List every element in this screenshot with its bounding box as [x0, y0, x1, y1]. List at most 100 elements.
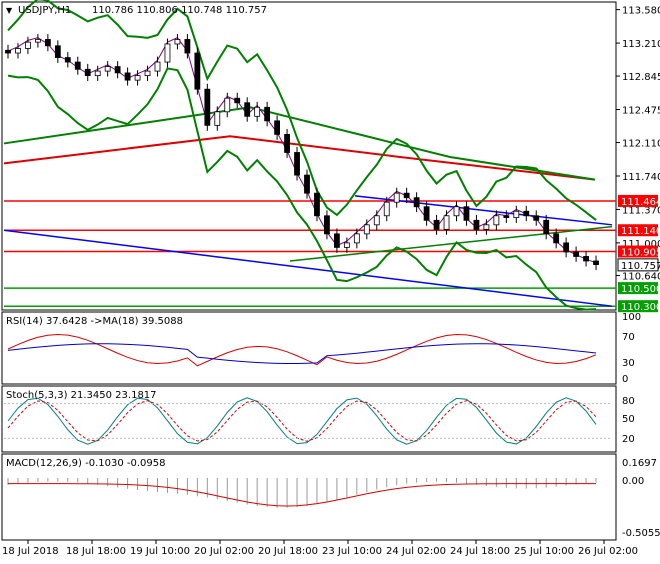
candle-body: [304, 174, 310, 194]
candle-body: [443, 215, 450, 230]
candle-body: [114, 66, 121, 74]
candle-body: [363, 224, 370, 235]
chart-window[interactable]: 113.580 113.210 112.845 112.475 112.110 111.7…: [0, 0, 660, 560]
price-tick-label: 111.740: [622, 172, 660, 183]
candle-body: [583, 256, 589, 262]
candle-body: [503, 215, 510, 218]
candle-body: [144, 70, 151, 77]
candle-body: [523, 210, 530, 217]
candle-body: [473, 219, 480, 230]
candle-body: [104, 66, 111, 72]
level-label: 110.905: [621, 247, 660, 258]
candle-body: [463, 206, 470, 221]
candle-body: [433, 219, 440, 230]
candle-body: [264, 106, 271, 122]
time-tick-label: 19 Jul 10:00: [130, 546, 190, 557]
dropdown-arrow-icon[interactable]: ▼: [6, 6, 13, 15]
candle-body: [164, 43, 171, 63]
time-tick-label: 18 Jul 18:00: [66, 546, 126, 557]
candle-body: [35, 39, 41, 43]
time-tick-label: 23 Jul 10:00: [322, 546, 382, 557]
candle-body: [493, 215, 500, 226]
candle-body: [254, 106, 261, 117]
candle-body: [25, 41, 31, 49]
candle-body: [224, 97, 231, 113]
candle-body: [134, 75, 141, 81]
rsi-tick-label: 100: [622, 312, 641, 323]
rsi-tick-label: 30: [622, 358, 635, 369]
time-tick-label: 24 Jul 02:00: [386, 546, 446, 557]
candle-body: [94, 70, 101, 77]
candle-body: [453, 206, 460, 217]
candle-body: [483, 224, 490, 230]
price-tick-label: 112.845: [622, 72, 660, 83]
candle-body: [194, 52, 201, 90]
macd-tick-label: 0.1697: [622, 458, 657, 469]
ohlc-values: 110.786 110.806 110.748 110.757: [92, 5, 267, 16]
rsi-tick-label: 70: [622, 332, 635, 343]
candle-body: [423, 206, 430, 221]
chart-canvas[interactable]: 113.580 113.210 112.845 112.475 112.110 111.7…: [0, 0, 660, 560]
macd-tick-label: -0.5055: [622, 528, 660, 539]
candle-body: [214, 111, 221, 126]
candle-body: [533, 215, 540, 221]
time-tick-label: 20 Jul 02:00: [194, 546, 254, 557]
time-tick-label: 24 Jul 18:00: [450, 546, 510, 557]
rsi-title: RSI(14) 37.6428 ->MA(18) 39.5088: [6, 316, 183, 327]
candle-body: [124, 72, 131, 81]
candle-body: [64, 57, 71, 63]
candle-body: [333, 233, 340, 248]
stoch-title: Stoch(5,3,3) 21.3450 23.1817: [6, 390, 157, 401]
candle-body: [513, 210, 520, 218]
candle-body: [543, 219, 550, 235]
candle-body: [563, 242, 570, 253]
macd-title: MACD(12,26,9) -0.1030 -0.0958: [6, 458, 166, 469]
candle-body: [413, 197, 420, 208]
candle-body: [314, 192, 320, 217]
candle-body: [244, 102, 251, 117]
candle-body: [383, 201, 390, 217]
candle-body: [324, 215, 330, 235]
macd-tick-label: 0.00: [622, 476, 644, 487]
candle-body: [284, 133, 290, 153]
candle-body: [84, 68, 91, 77]
candle-body: [74, 61, 81, 70]
time-tick-label: 20 Jul 18:00: [258, 546, 318, 557]
candle-body: [403, 192, 410, 199]
stoch-tick-label: 50: [622, 414, 635, 425]
candle-body: [573, 251, 579, 257]
candle-body: [593, 260, 599, 265]
stoch-tick-label: 80: [622, 396, 635, 407]
candle-body: [234, 97, 241, 104]
candle-body: [5, 49, 11, 54]
price-tick-label: 113.580: [622, 6, 660, 17]
level-label: 111.464: [621, 197, 660, 208]
level-label: 111.140: [621, 226, 660, 237]
price-tick-label: 110.640: [622, 271, 660, 282]
candle-body: [154, 61, 161, 72]
candle-body: [184, 39, 191, 54]
symbol-label: USDJPY,H1: [18, 5, 71, 16]
candle-body: [294, 152, 300, 176]
level-label: 110.500: [621, 284, 660, 295]
current-price-label: 110.757: [621, 261, 660, 272]
time-tick-label: 26 Jul 02:00: [578, 546, 638, 557]
stoch-tick-label: 20: [622, 434, 635, 445]
time-tick-label: 25 Jul 10:00: [514, 546, 574, 557]
rsi-tick-label: 0: [622, 374, 628, 385]
price-tick-label: 112.110: [622, 139, 660, 150]
candle-body: [343, 242, 350, 248]
candle-body: [373, 215, 380, 226]
candle-body: [393, 192, 400, 203]
candle-body: [553, 233, 560, 244]
price-tick-label: 113.210: [622, 39, 660, 50]
candle-body: [174, 39, 181, 45]
candle-body: [274, 120, 281, 135]
candle-body: [204, 88, 211, 126]
time-tick-label: 18 Jul 2018: [2, 546, 59, 557]
candle-body: [44, 39, 51, 47]
candle-body: [15, 48, 21, 54]
price-tick-label: 112.475: [622, 106, 660, 117]
candle-body: [353, 233, 360, 244]
candle-body: [54, 45, 61, 58]
